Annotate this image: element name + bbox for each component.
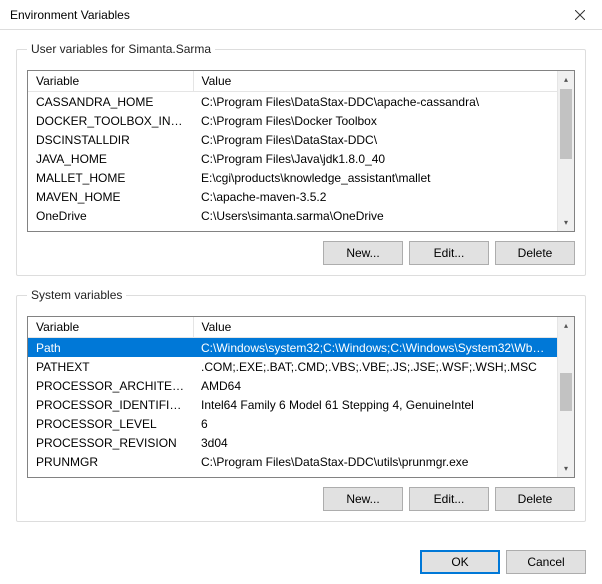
content: User variables for Simanta.Sarma Variabl… — [0, 30, 602, 544]
user-button-row: New... Edit... Delete — [27, 241, 575, 265]
cell-value: C:\apache-maven-3.5.2 — [193, 187, 557, 206]
cell-variable: PROCESSOR_REVISION — [28, 433, 193, 452]
cell-value: 3d04 — [193, 433, 557, 452]
cell-value: AMD64 — [193, 376, 557, 395]
scroll-thumb[interactable] — [560, 373, 572, 411]
system-table-body[interactable]: Variable Value PathC:\Windows\system32;C… — [28, 317, 557, 477]
close-button[interactable] — [557, 0, 602, 30]
user-group-legend: User variables for Simanta.Sarma — [27, 42, 215, 56]
cell-value: 6 — [193, 414, 557, 433]
table-row[interactable]: PathC:\Windows\system32;C:\Windows;C:\Wi… — [28, 338, 557, 358]
cell-value: C:\Users\simanta.sarma\OneDrive — [193, 206, 557, 225]
titlebar: Environment Variables — [0, 0, 602, 30]
system-new-button[interactable]: New... — [323, 487, 403, 511]
cell-variable: MALLET_HOME — [28, 168, 193, 187]
cell-variable: MAVEN_HOME — [28, 187, 193, 206]
cell-variable: PRUNMGR — [28, 452, 193, 471]
table-row[interactable]: MAVEN_HOMEC:\apache-maven-3.5.2 — [28, 187, 557, 206]
user-delete-button[interactable]: Delete — [495, 241, 575, 265]
cell-value: C:\Program Files\DataStax-DDC\utils\prun… — [193, 452, 557, 471]
cell-variable: Path — [28, 338, 193, 358]
system-scrollbar[interactable]: ▴ ▾ — [557, 317, 574, 477]
table-row[interactable]: PROCESSOR_LEVEL6 — [28, 414, 557, 433]
system-variables-group: System variables Variable Value PathC:\W… — [16, 288, 586, 522]
scroll-thumb[interactable] — [560, 89, 572, 159]
cell-variable: PATHEXT — [28, 357, 193, 376]
table-row[interactable]: PROCESSOR_REVISION3d04 — [28, 433, 557, 452]
user-edit-button[interactable]: Edit... — [409, 241, 489, 265]
cell-value: C:\Program Files\Docker Toolbox — [193, 111, 557, 130]
cell-variable: PROCESSOR_ARCHITECTURE — [28, 376, 193, 395]
cell-variable: CASSANDRA_HOME — [28, 92, 193, 112]
cell-variable: PROCESSOR_LEVEL — [28, 414, 193, 433]
scroll-up-icon[interactable]: ▴ — [558, 71, 574, 88]
cell-variable: OneDrive — [28, 206, 193, 225]
scroll-up-icon[interactable]: ▴ — [558, 317, 574, 334]
cell-variable: DOCKER_TOOLBOX_INSTAL... — [28, 111, 193, 130]
table-row[interactable]: PRUNMGRC:\Program Files\DataStax-DDC\uti… — [28, 452, 557, 471]
cell-variable: JAVA_HOME — [28, 149, 193, 168]
table-row[interactable]: JAVA_HOMEC:\Program Files\Java\jdk1.8.0_… — [28, 149, 557, 168]
system-group-legend: System variables — [27, 288, 126, 302]
cell-value: .COM;.EXE;.BAT;.CMD;.VBS;.VBE;.JS;.JSE;.… — [193, 357, 557, 376]
table-row[interactable]: PATHEXT.COM;.EXE;.BAT;.CMD;.VBS;.VBE;.JS… — [28, 357, 557, 376]
user-col-variable[interactable]: Variable — [28, 71, 193, 92]
system-col-value[interactable]: Value — [193, 317, 557, 338]
table-row[interactable]: PROCESSOR_IDENTIFIERIntel64 Family 6 Mod… — [28, 395, 557, 414]
table-row[interactable]: MALLET_HOMEE:\cgi\products\knowledge_ass… — [28, 168, 557, 187]
dialog-button-row: OK Cancel — [0, 544, 602, 584]
user-new-button[interactable]: New... — [323, 241, 403, 265]
cell-variable: DSCINSTALLDIR — [28, 130, 193, 149]
table-row[interactable]: DSCINSTALLDIRC:\Program Files\DataStax-D… — [28, 130, 557, 149]
system-table-wrap: Variable Value PathC:\Windows\system32;C… — [27, 316, 575, 478]
cancel-button[interactable]: Cancel — [506, 550, 586, 574]
close-icon — [575, 10, 585, 20]
table-row[interactable]: CASSANDRA_HOMEC:\Program Files\DataStax-… — [28, 92, 557, 112]
window-title: Environment Variables — [10, 8, 557, 22]
user-col-value[interactable]: Value — [193, 71, 557, 92]
cell-value: C:\Program Files\DataStax-DDC\ — [193, 130, 557, 149]
user-scrollbar[interactable]: ▴ ▾ — [557, 71, 574, 231]
system-table: Variable Value PathC:\Windows\system32;C… — [28, 317, 557, 471]
user-table-wrap: Variable Value CASSANDRA_HOMEC:\Program … — [27, 70, 575, 232]
scroll-down-icon[interactable]: ▾ — [558, 460, 574, 477]
cell-value: C:\Windows\system32;C:\Windows;C:\Window… — [193, 338, 557, 358]
ok-button[interactable]: OK — [420, 550, 500, 574]
table-row[interactable]: DOCKER_TOOLBOX_INSTAL...C:\Program Files… — [28, 111, 557, 130]
cell-value: C:\Program Files\DataStax-DDC\apache-cas… — [193, 92, 557, 112]
scroll-down-icon[interactable]: ▾ — [558, 214, 574, 231]
cell-value: Intel64 Family 6 Model 61 Stepping 4, Ge… — [193, 395, 557, 414]
system-edit-button[interactable]: Edit... — [409, 487, 489, 511]
system-delete-button[interactable]: Delete — [495, 487, 575, 511]
cell-variable: PROCESSOR_IDENTIFIER — [28, 395, 193, 414]
user-variables-group: User variables for Simanta.Sarma Variabl… — [16, 42, 586, 276]
table-row[interactable]: OneDriveC:\Users\simanta.sarma\OneDrive — [28, 206, 557, 225]
system-button-row: New... Edit... Delete — [27, 487, 575, 511]
cell-value: E:\cgi\products\knowledge_assistant\mall… — [193, 168, 557, 187]
user-table-body[interactable]: Variable Value CASSANDRA_HOMEC:\Program … — [28, 71, 557, 231]
cell-value: C:\Program Files\Java\jdk1.8.0_40 — [193, 149, 557, 168]
user-table: Variable Value CASSANDRA_HOMEC:\Program … — [28, 71, 557, 225]
table-row[interactable]: PROCESSOR_ARCHITECTUREAMD64 — [28, 376, 557, 395]
system-col-variable[interactable]: Variable — [28, 317, 193, 338]
